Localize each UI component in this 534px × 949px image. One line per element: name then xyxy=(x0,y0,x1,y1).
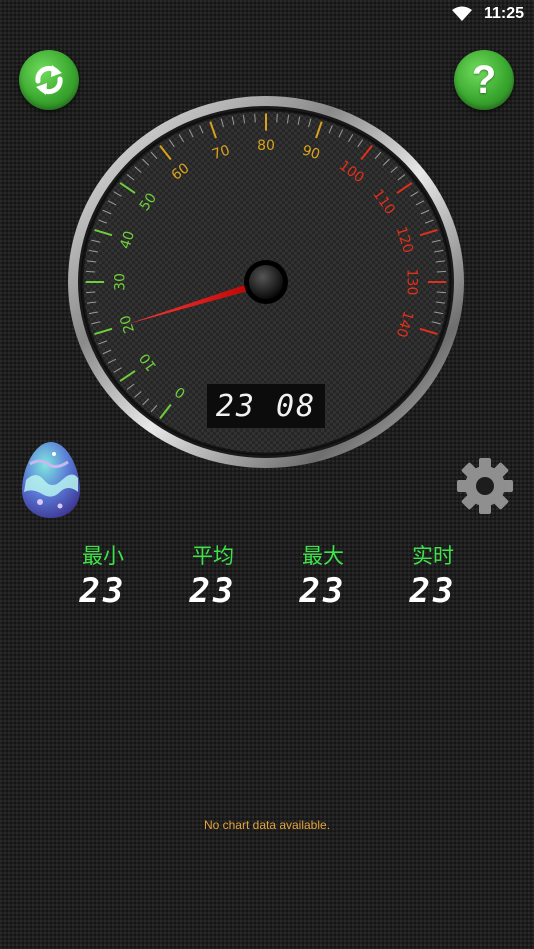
wifi-icon xyxy=(452,6,472,21)
gauge-tick xyxy=(254,113,256,123)
stat-realtime-label: 实时 xyxy=(412,544,454,568)
stat-max-value: 23 xyxy=(299,571,347,611)
history-chart[interactable] xyxy=(0,630,534,930)
gauge-tick-label: 130 xyxy=(403,269,419,296)
refresh-arrows-icon xyxy=(35,65,63,95)
gauge-tick xyxy=(276,113,278,123)
stat-min-value: 23 xyxy=(79,571,127,611)
stat-average-value: 23 xyxy=(189,571,237,611)
stats-row: 最小 23 平均 23 最大 23 实时 23 xyxy=(48,542,488,622)
stat-realtime-value: 23 xyxy=(409,571,457,611)
gauge-tick xyxy=(86,270,96,273)
stat-min-label: 最小 xyxy=(82,544,124,568)
gauge-tick-label: 80 xyxy=(257,138,275,154)
status-bar: 11:25 xyxy=(0,0,534,28)
stat-max: 最大 23 xyxy=(268,542,378,622)
easter-egg-icon[interactable] xyxy=(20,440,82,520)
help-icon: ? xyxy=(471,58,497,102)
gauge-tick xyxy=(86,291,96,294)
stat-max-label: 最大 xyxy=(302,544,344,568)
digital-readout: 23 08 xyxy=(206,383,326,429)
stat-average: 平均 23 xyxy=(158,542,268,622)
stat-min: 最小 23 xyxy=(48,542,158,622)
gear-icon[interactable] xyxy=(454,455,516,517)
chart-empty-message: No chart data available. xyxy=(203,818,331,832)
gauge-tick xyxy=(436,270,446,273)
stat-realtime: 实时 23 xyxy=(378,542,488,622)
gauge-hub xyxy=(249,265,283,299)
gauge-tick-label: 30 xyxy=(113,273,129,291)
status-time: 11:25 xyxy=(483,5,524,22)
gauge-tick xyxy=(436,291,446,294)
stat-average-label: 平均 xyxy=(192,544,234,568)
